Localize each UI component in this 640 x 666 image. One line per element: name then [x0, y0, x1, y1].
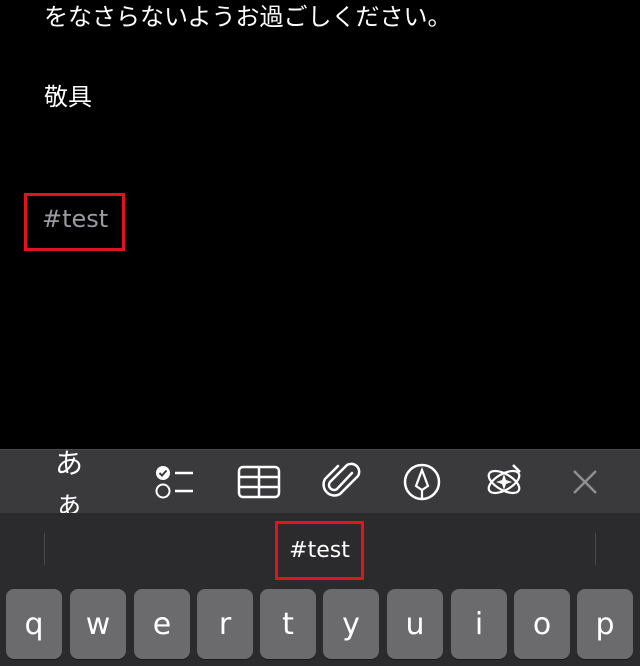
attachment-button[interactable]	[316, 458, 368, 506]
suggestion-divider-right	[595, 533, 596, 565]
key-o[interactable]: o	[514, 589, 570, 659]
close-icon	[573, 470, 597, 494]
paperclip-icon	[322, 462, 361, 497]
key-e[interactable]: e	[134, 589, 190, 659]
notes-screen: をなさらないようお過ごしください。 敬具 #test あぁ #test q w …	[0, 0, 640, 666]
writing-tools-button[interactable]	[478, 458, 530, 506]
markup-button[interactable]	[396, 458, 448, 506]
note-line-1: をなさらないようお過ごしください。	[44, 3, 452, 31]
text-style-button[interactable]: あぁ	[55, 447, 107, 520]
note-line-2: 敬具	[44, 83, 92, 111]
key-w[interactable]: w	[70, 589, 126, 659]
key-i[interactable]: i	[451, 589, 507, 659]
checklist-button[interactable]	[148, 458, 200, 506]
key-q[interactable]: q	[6, 589, 62, 659]
markup-pen-icon	[403, 463, 441, 501]
checklist-icon	[155, 466, 193, 499]
key-r[interactable]: r	[197, 589, 253, 659]
keyboard: q w e r t y u i o p	[0, 585, 640, 666]
table-button[interactable]	[233, 458, 285, 506]
key-t[interactable]: t	[260, 589, 316, 659]
table-icon	[237, 465, 281, 499]
highlight-box-suggestion	[275, 521, 364, 580]
key-u[interactable]: u	[387, 589, 443, 659]
format-toolbar: あぁ	[0, 447, 640, 520]
suggestion-divider-left	[44, 533, 45, 565]
key-y[interactable]: y	[323, 589, 379, 659]
highlight-box-note-tag	[24, 193, 125, 251]
close-toolbar-button[interactable]	[559, 458, 611, 506]
ai-sparkle-icon	[487, 464, 521, 495]
key-p[interactable]: p	[577, 589, 633, 659]
